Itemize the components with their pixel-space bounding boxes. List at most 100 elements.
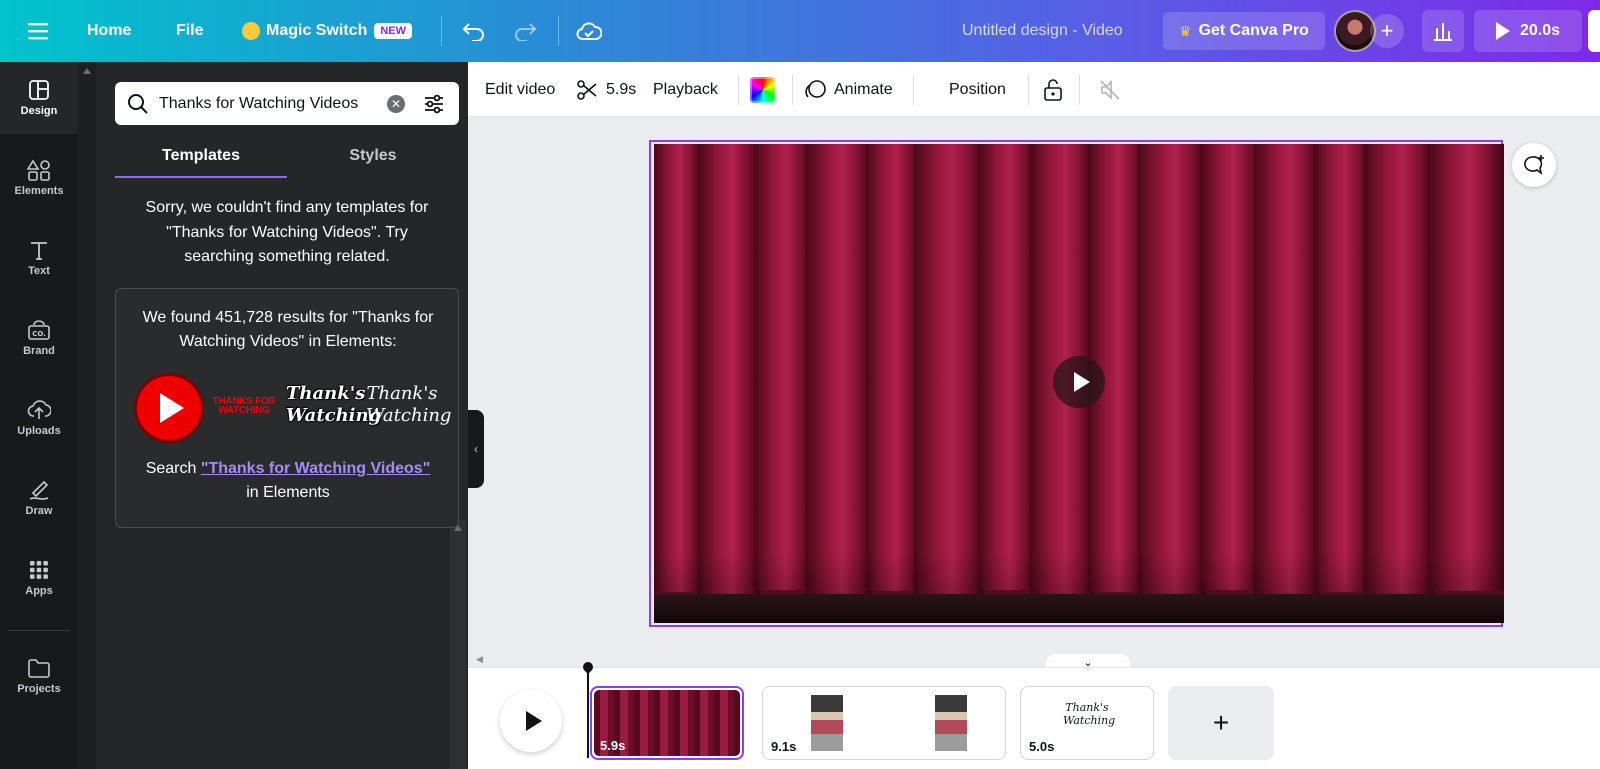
rail-item-uploads[interactable]: Uploads xyxy=(0,382,78,454)
chevron-left-icon: ‹ xyxy=(474,442,478,456)
file-menu-button[interactable]: File xyxy=(176,12,204,50)
crown-icon xyxy=(242,22,260,40)
clip-duration: 9.1s xyxy=(771,739,797,754)
rail-item-projects[interactable]: Projects xyxy=(0,640,78,712)
share-button[interactable] xyxy=(1588,10,1600,52)
thanks-watching-script-1[interactable]: Thank's Watching xyxy=(286,383,381,433)
mute-icon[interactable] xyxy=(1099,62,1121,117)
youtube-play-thumbnail[interactable] xyxy=(134,373,204,443)
edit-video-button[interactable]: Edit video xyxy=(485,62,555,117)
rail-item-elements[interactable]: Elements xyxy=(0,142,78,214)
rail-label: Elements xyxy=(14,185,64,197)
search-input[interactable] xyxy=(159,94,379,113)
folder-icon xyxy=(28,659,50,678)
get-pro-label: Get Canva Pro xyxy=(1198,22,1309,39)
divider xyxy=(913,75,914,105)
play-icon xyxy=(1495,22,1510,40)
divider xyxy=(792,75,793,105)
svg-text:CO.: CO. xyxy=(32,330,46,338)
animate-button[interactable]: Animate xyxy=(804,62,893,117)
clear-search-icon[interactable]: ✕ xyxy=(387,94,405,113)
divider xyxy=(1079,75,1080,105)
playhead[interactable] xyxy=(587,664,589,758)
thanks-watching-script-2[interactable]: Thank's Watching xyxy=(366,383,451,433)
trim-duration: 5.9s xyxy=(606,80,637,98)
rail-item-design[interactable]: Design xyxy=(0,62,78,134)
no-templates-message: Sorry, we couldn't find any templates fo… xyxy=(145,199,429,265)
rail-label: Draw xyxy=(25,505,53,517)
add-collaborator-button[interactable]: + xyxy=(1370,14,1404,48)
add-comment-button[interactable] xyxy=(1512,143,1556,187)
crown-icon: ♛ xyxy=(1179,22,1192,39)
rail-label: Text xyxy=(28,265,50,277)
timeline-clip-2[interactable]: 9.1s xyxy=(762,686,1006,760)
scroll-up-icon[interactable] xyxy=(83,68,91,74)
top-bar: Home File Magic Switch NEW Untitled desi… xyxy=(0,0,1600,62)
results-count-text: We found 451,728 results for "Thanks for… xyxy=(142,309,434,350)
clip-thumbnail-text: Thank's Watching xyxy=(1063,701,1116,727)
timeline-play-button[interactable] xyxy=(500,690,562,752)
trim-button[interactable]: 5.9s xyxy=(576,62,636,117)
youtube-play-icon xyxy=(160,393,184,423)
rail-item-draw[interactable]: Draw xyxy=(0,462,78,534)
layout-icon xyxy=(29,80,49,100)
video-play-button[interactable] xyxy=(1053,356,1105,408)
search-box[interactable]: ✕ xyxy=(115,82,459,125)
new-badge: NEW xyxy=(374,23,413,39)
rail-label: Design xyxy=(20,105,58,117)
filter-icon[interactable] xyxy=(423,93,445,115)
divider xyxy=(558,16,559,46)
rail-item-brand[interactable]: CO. Brand xyxy=(0,302,78,374)
timeline-clip-1[interactable]: 5.9s xyxy=(590,686,744,760)
apps-grid-icon xyxy=(30,561,48,579)
color-picker-icon[interactable] xyxy=(750,62,776,117)
add-page-button[interactable]: + xyxy=(1168,686,1274,760)
tab-templates[interactable]: Templates xyxy=(115,140,287,178)
divider xyxy=(1028,75,1029,105)
results-scrollbar[interactable] xyxy=(450,520,466,769)
shapes-icon xyxy=(27,159,50,181)
cloud-saved-icon[interactable] xyxy=(576,12,602,50)
panel-scrollbar[interactable] xyxy=(78,62,96,769)
redo-icon[interactable] xyxy=(513,12,537,50)
design-title[interactable]: Untitled design - Video xyxy=(962,12,1123,50)
timeline-clip-3[interactable]: Thank's Watching 5.0s xyxy=(1020,686,1154,760)
divider xyxy=(441,16,442,46)
clip-duration: 5.9s xyxy=(600,738,626,753)
tab-styles[interactable]: Styles xyxy=(287,140,459,178)
comment-plus-icon xyxy=(1524,155,1544,175)
rail-item-text[interactable]: Text xyxy=(0,222,78,294)
pen-icon xyxy=(29,480,49,500)
rail-label: Uploads xyxy=(17,425,61,437)
clip-thumbnail xyxy=(811,695,843,751)
search-icon xyxy=(128,93,148,114)
scissors-icon xyxy=(577,79,597,100)
brand-icon: CO. xyxy=(28,320,50,340)
rail-label: Projects xyxy=(17,683,61,695)
lock-icon[interactable] xyxy=(1042,62,1064,117)
get-canva-pro-button[interactable]: ♛ Get Canva Pro xyxy=(1163,12,1325,50)
position-button[interactable]: Position xyxy=(949,62,1006,117)
home-button[interactable]: Home xyxy=(87,12,131,50)
element-thumbnails: THANKS FOR WATCHING Thank's Watching Tha… xyxy=(134,373,451,443)
search-in-elements: Search "Thanks for Watching Videos" in E… xyxy=(130,457,446,505)
search-elements-link[interactable]: "Thanks for Watching Videos" xyxy=(201,460,430,477)
thanks-for-watching-red-text[interactable]: THANKS FOR WATCHING xyxy=(208,397,280,416)
rail-item-apps[interactable]: Apps xyxy=(0,542,78,614)
divider xyxy=(8,630,70,631)
animate-icon xyxy=(805,79,826,98)
search-suffix: in Elements xyxy=(246,484,330,501)
undo-icon[interactable] xyxy=(462,12,486,50)
scroll-left-icon[interactable]: ◀ xyxy=(476,654,483,665)
rail-label: Brand xyxy=(23,345,55,357)
plus-icon: + xyxy=(1212,707,1230,738)
insights-icon[interactable] xyxy=(1422,10,1464,52)
text-icon xyxy=(31,242,47,260)
clip-thumbnail xyxy=(935,695,967,751)
present-play-button[interactable]: 20.0s xyxy=(1474,10,1582,52)
collapse-panel-button[interactable]: ‹ xyxy=(468,410,484,488)
menu-icon[interactable] xyxy=(28,12,50,50)
magic-switch-button[interactable]: Magic Switch NEW xyxy=(242,12,413,50)
rail-label: Apps xyxy=(25,585,53,597)
playback-button[interactable]: Playback xyxy=(653,62,718,117)
